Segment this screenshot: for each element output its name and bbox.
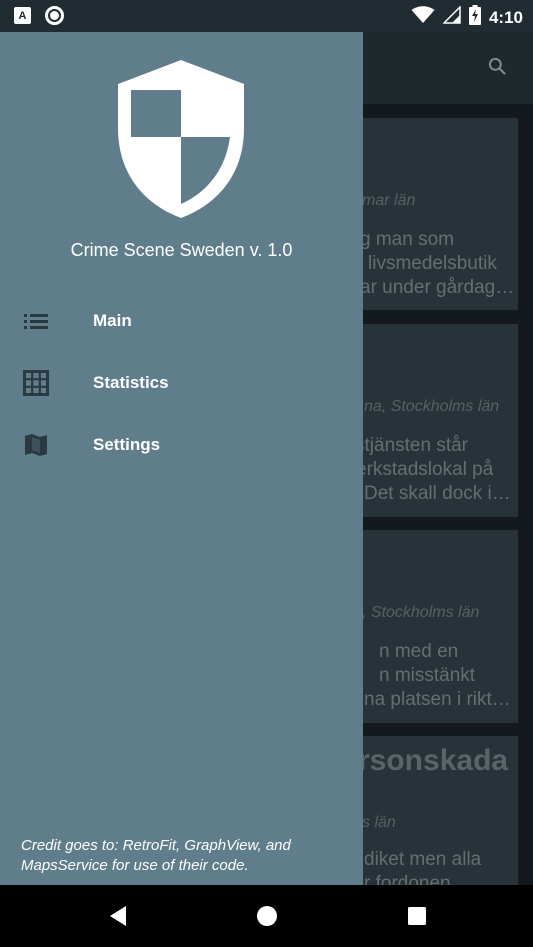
status-bar: A 4:10 xyxy=(0,0,533,32)
recents-icon[interactable] xyxy=(403,902,431,930)
record-icon xyxy=(45,6,64,25)
home-icon[interactable] xyxy=(253,902,281,930)
back-icon[interactable] xyxy=(104,902,132,930)
menu-item-statistics[interactable]: Statistics xyxy=(0,352,363,414)
menu-item-label: Settings xyxy=(93,435,161,454)
menu-item-label: Main xyxy=(93,311,132,330)
list-icon xyxy=(22,307,50,335)
shield-logo-icon xyxy=(114,58,248,225)
menu-item-settings[interactable]: Settings xyxy=(0,414,363,476)
grid-icon xyxy=(22,369,50,397)
signal-icon xyxy=(442,5,461,29)
menu-item-label: Statistics xyxy=(93,373,169,392)
system-nav-bar xyxy=(0,885,533,947)
a-notification-icon: A xyxy=(14,7,31,24)
battery-charging-icon xyxy=(468,5,481,30)
screen: mar län g man som livsmedelsbutik ar und… xyxy=(0,0,533,947)
clock: 4:10 xyxy=(488,7,523,27)
app-title: Crime Scene Sweden v. 1.0 xyxy=(70,240,293,260)
menu-item-main[interactable]: Main xyxy=(0,290,363,352)
navigation-drawer: Crime Scene Sweden v. 1.0 Main Statistic… xyxy=(0,32,363,885)
wifi-icon xyxy=(411,6,435,29)
map-icon xyxy=(22,431,50,459)
credit-text: Credit goes to: RetroFit, GraphView, and… xyxy=(21,837,291,874)
